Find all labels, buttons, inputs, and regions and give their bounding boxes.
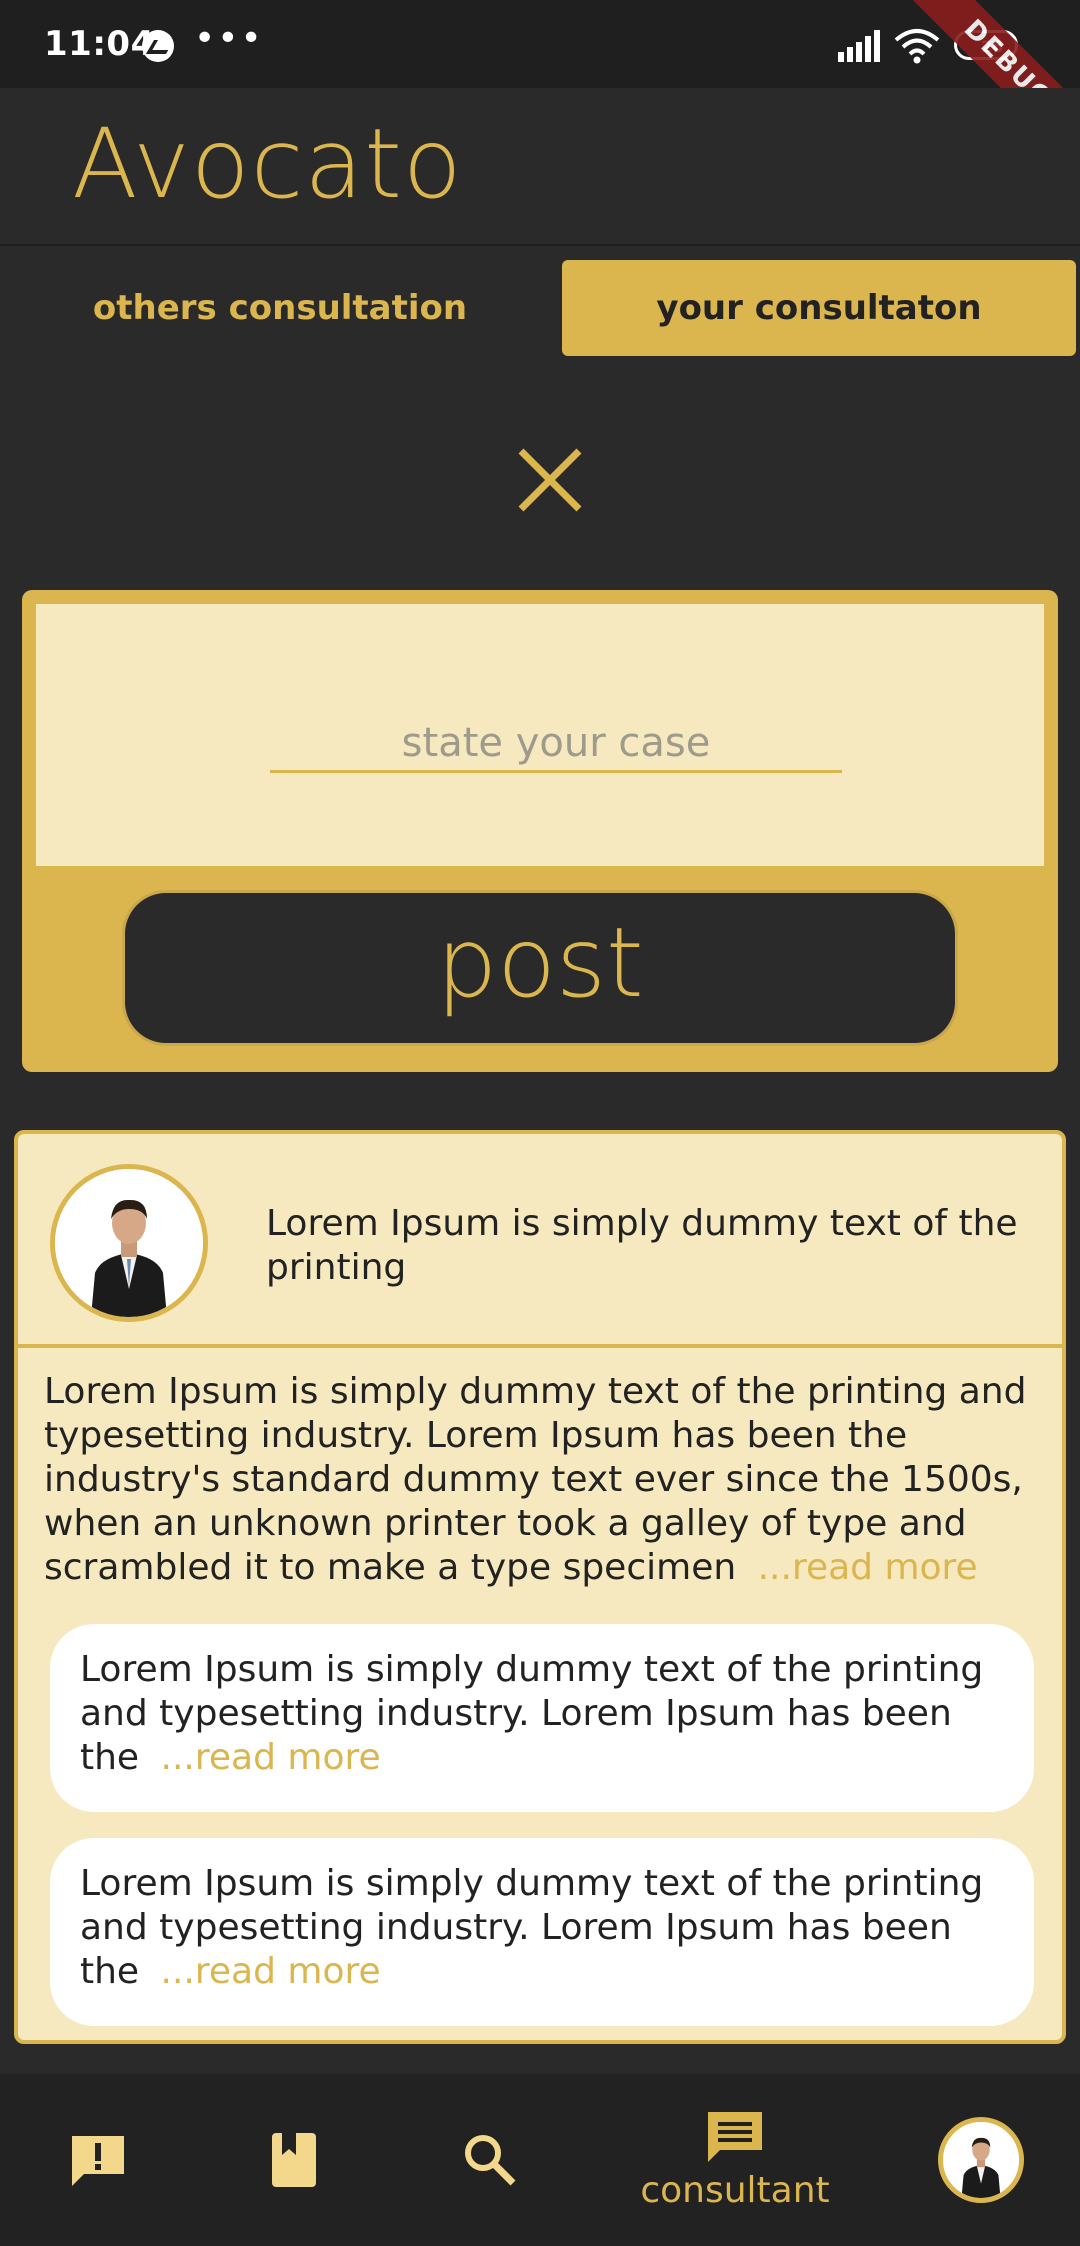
post-button[interactable]: post <box>122 890 958 1046</box>
person-avatar-icon <box>943 2122 1019 2198</box>
composer-input-area <box>36 604 1044 866</box>
app-title: Avocato <box>72 108 463 220</box>
card-header: Lorem Ipsum is simply dummy text of the … <box>18 1134 1062 1348</box>
nav-profile[interactable] <box>936 2074 1026 2246</box>
tab-your-consultation[interactable]: your consultaton <box>562 260 1076 356</box>
search-icon <box>465 2135 516 2186</box>
app-bar: Avocato <box>0 88 1080 246</box>
card-body: Lorem Ipsum is simply dummy text of the … <box>44 1370 1044 1590</box>
alert-icon <box>72 2136 124 2186</box>
avatar[interactable] <box>50 1164 208 1322</box>
messenger-icon <box>142 30 174 62</box>
reply-read-more-link[interactable]: ...read more <box>161 1951 381 1992</box>
close-icon[interactable] <box>515 445 585 515</box>
state-your-case-input[interactable] <box>270 716 842 773</box>
tab-others-consultation[interactable]: others consultation <box>20 260 540 356</box>
card-header-text: Lorem Ipsum is simply dummy text of the … <box>266 1203 1018 1288</box>
nav-consultant[interactable]: consultant <box>622 2074 848 2246</box>
person-avatar-icon <box>55 1169 203 1317</box>
more-notifications-icon: ••• <box>194 18 264 59</box>
reply-read-more-link[interactable]: ...read more <box>161 1737 381 1778</box>
profile-avatar <box>938 2117 1024 2203</box>
read-more-link[interactable]: ...read more <box>758 1547 978 1588</box>
nav-library[interactable] <box>254 2074 334 2246</box>
signal-icon <box>838 30 880 62</box>
consultation-card: Lorem Ipsum is simply dummy text of the … <box>14 1130 1066 2044</box>
post-composer: post <box>22 590 1058 1072</box>
reply-bubble: Lorem Ipsum is simply dummy text of the … <box>50 1838 1034 2026</box>
nav-alerts[interactable] <box>58 2074 138 2246</box>
status-bar: 11:04 ••• 26 DEBUG <box>0 0 1080 172</box>
wifi-icon <box>894 29 940 64</box>
nav-consultant-label: consultant <box>640 2169 830 2211</box>
status-time: 11:04 <box>44 24 155 64</box>
nav-search[interactable] <box>450 2074 530 2246</box>
book-icon <box>272 2133 316 2187</box>
reply-bubble: Lorem Ipsum is simply dummy text of the … <box>50 1624 1034 1812</box>
bottom-navigation: consultant <box>0 2074 1080 2246</box>
chat-icon <box>708 2111 762 2162</box>
